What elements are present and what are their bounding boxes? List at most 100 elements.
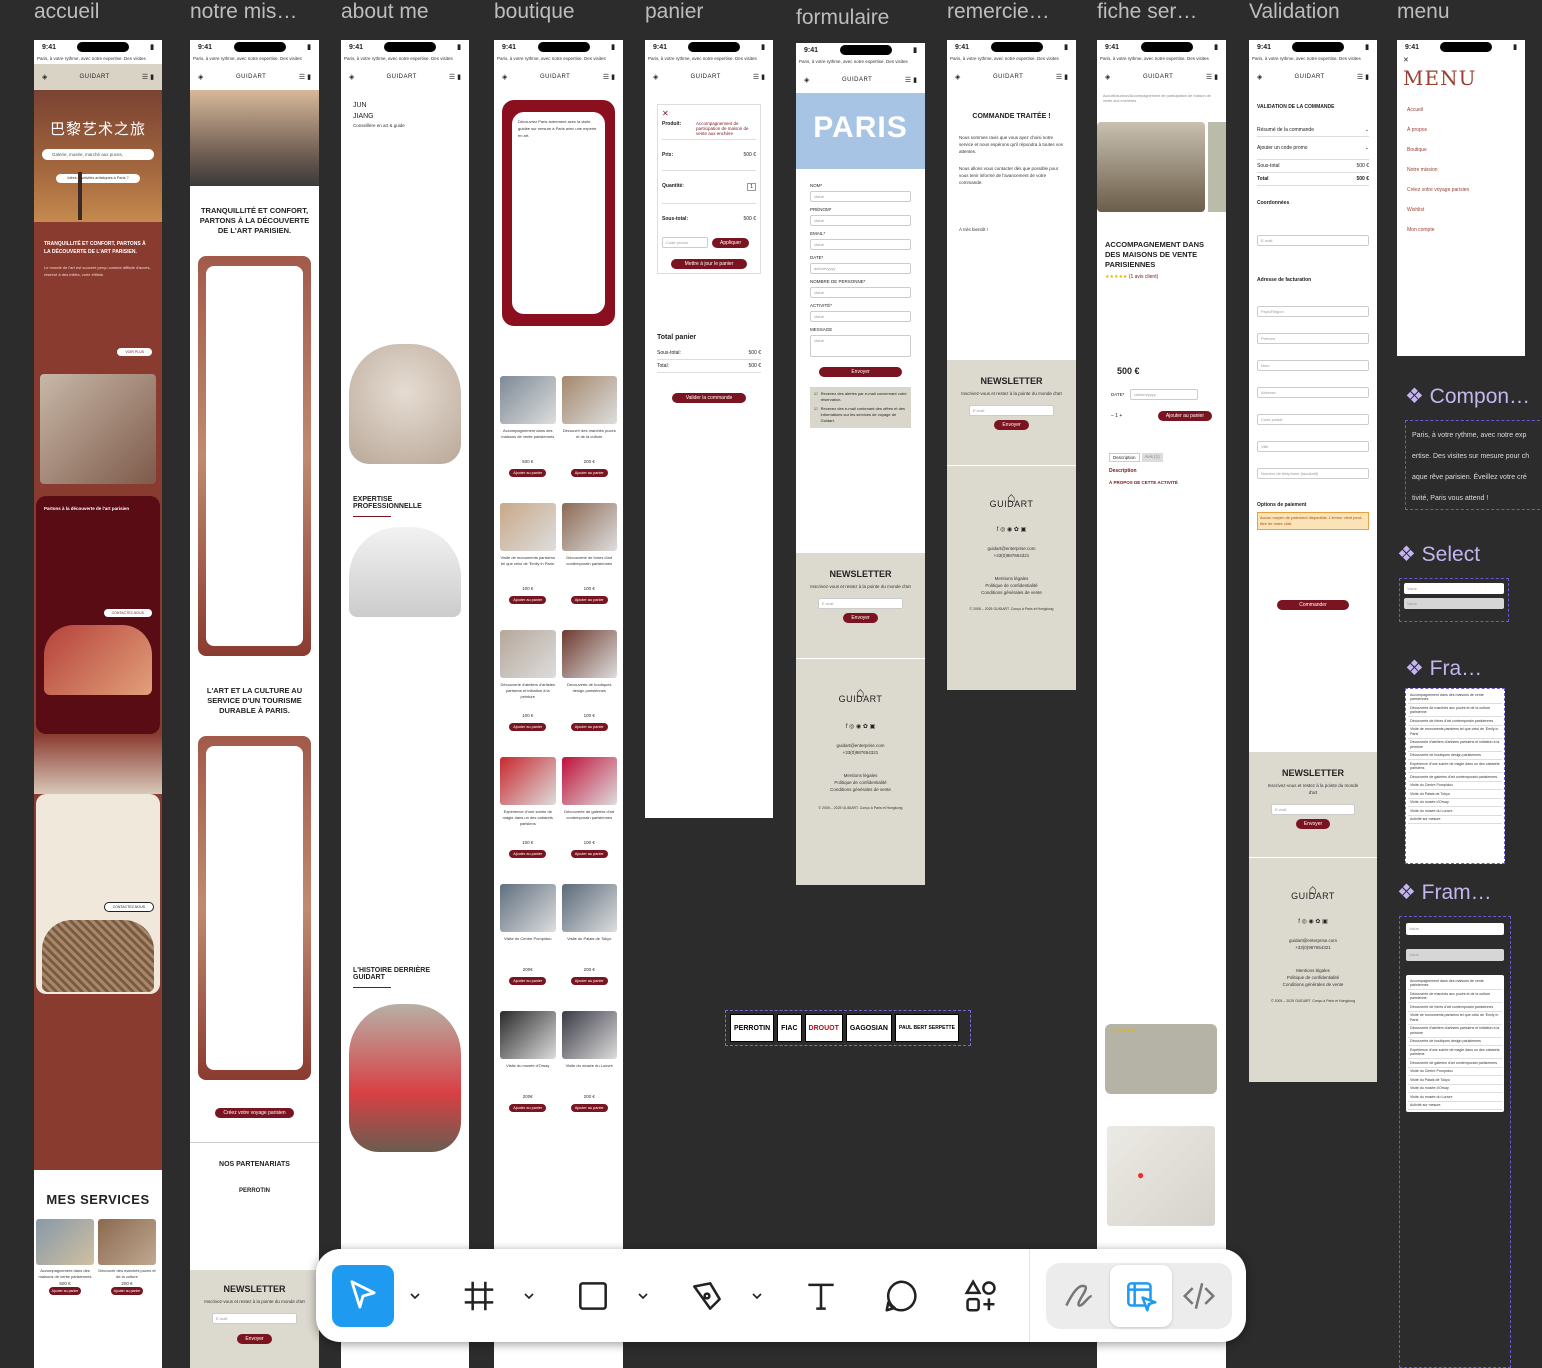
product-image[interactable]: [561, 884, 617, 932]
privacy-link[interactable]: Politique de confidentialité: [796, 779, 925, 786]
frame-panel-title-2[interactable]: ❖ Fram…: [1397, 880, 1492, 905]
frame-label-formulaire[interactable]: formulaire: [796, 6, 889, 30]
menu-item[interactable]: Créez votre voyage parisien: [1407, 180, 1515, 200]
activity-option[interactable]: Découverte d'ateliers d'artistes parisie…: [1408, 1025, 1502, 1038]
add-to-cart-button-1[interactable]: Ajouter au panier: [48, 1287, 82, 1295]
product-image[interactable]: [500, 884, 556, 932]
select-component[interactable]: Value Value: [1399, 578, 1509, 622]
activity-option[interactable]: Expérience d'une soirée de magie dans un…: [1408, 760, 1502, 773]
frame-label-validation[interactable]: Validation: [1249, 0, 1340, 24]
frame-about[interactable]: 9:41 ▮ Paris, à votre rythme, avec notre …: [341, 40, 469, 1368]
breadcrumb[interactable]: Accueil/auction/Accompagnement de partic…: [1097, 90, 1226, 108]
brand-logo[interactable]: GUIDART: [1143, 74, 1173, 81]
select-hover[interactable]: Value: [1404, 598, 1504, 609]
frame-label-mission[interactable]: notre mis…: [190, 0, 297, 24]
form-field-input[interactable]: Value: [810, 215, 911, 226]
form-field-input[interactable]: Value: [810, 191, 911, 202]
frame-label-accueil[interactable]: accueil: [34, 0, 99, 24]
contact-button[interactable]: CONTACTEZ-NOUS: [103, 609, 152, 617]
product-image[interactable]: [561, 376, 617, 424]
activity-option[interactable]: Découverte de galeries d'art contemporai…: [1408, 773, 1502, 782]
see-more-button[interactable]: VOIR PLUS: [117, 348, 152, 356]
social-icons[interactable]: f ◎ ◉ ✿ ▣: [947, 526, 1076, 533]
dropdown-closed[interactable]: Value: [1406, 923, 1504, 935]
frame-label-fiche[interactable]: fiche ser…: [1097, 0, 1197, 24]
brand-logo[interactable]: GUIDART: [386, 74, 416, 81]
product-card[interactable]: Découverte de boutiques design parisienn…: [561, 630, 617, 753]
frame-boutique[interactable]: 9:41 ▮ Paris, à votre rythme, avec notre …: [494, 40, 623, 1368]
activity-option[interactable]: Visite du musée d'Orsay: [1408, 799, 1502, 807]
product-card[interactable]: Expérience d'une soirée de magie dans un…: [500, 757, 556, 880]
marquee-component[interactable]: Paris, à votre rythme, avec notre exp ert…: [1405, 420, 1542, 510]
dropdown-open[interactable]: Accompagnement dans des maisons de vente…: [1406, 975, 1504, 1112]
activity-option[interactable]: Visite du Palais de Tokyo: [1408, 790, 1502, 799]
add-to-cart-button[interactable]: Ajouter au panier: [570, 469, 608, 477]
form-send-button[interactable]: Envoyer: [819, 367, 902, 377]
activity-option[interactable]: Visite du musée du Louvre: [1408, 807, 1502, 816]
paris-video-hero[interactable]: PARIS: [796, 93, 925, 169]
menu-cart-icons[interactable]: ☰ ▮: [1206, 73, 1218, 81]
apply-promo-button[interactable]: Appliquer: [712, 237, 750, 248]
add-to-cart-button[interactable]: Ajouter au panier: [509, 596, 547, 604]
activity-option[interactable]: Visite du Centre Pompidou: [1408, 1068, 1502, 1076]
activity-option[interactable]: Visite du musée d'Orsay: [1408, 1085, 1502, 1093]
frame-mission[interactable]: 9:41 ▮ Paris, à votre rythme, avec notre …: [190, 40, 319, 1368]
privacy-link[interactable]: Politique de confidentialité: [947, 582, 1076, 589]
frame-label-boutique[interactable]: boutique: [494, 0, 575, 24]
brand-logo[interactable]: GUIDART: [79, 74, 109, 81]
add-to-cart-button[interactable]: Ajouter au panier: [509, 1104, 547, 1112]
privacy-link[interactable]: Politique de confidentialité: [1249, 974, 1377, 981]
add-to-cart-button[interactable]: Ajouter au panier: [509, 723, 547, 731]
add-to-cart-button[interactable]: Ajouter au panier: [509, 850, 547, 858]
frame-label-panier[interactable]: panier: [645, 0, 703, 24]
postal-field[interactable]: Code postal: [1257, 414, 1369, 425]
tab-description[interactable]: Description: [1109, 453, 1140, 462]
activity-option[interactable]: Découverte de galeries d'art contemporai…: [1408, 1059, 1502, 1068]
select-default[interactable]: Value: [1404, 583, 1504, 594]
product-card[interactable]: Découverte d'ateliers d'artistes parisie…: [500, 630, 556, 753]
move-tool-button[interactable]: [332, 1265, 394, 1327]
design-mode-button[interactable]: [1110, 1265, 1172, 1327]
order-button[interactable]: Commander: [1277, 600, 1349, 610]
activity-option[interactable]: Découverte de foires d'art contemporain …: [1408, 1003, 1502, 1012]
activity-option[interactable]: Visite de monuments parisiens tel que ce…: [1408, 1012, 1502, 1025]
activity-option[interactable]: Découverte d'ateliers d'artistes parisie…: [1408, 739, 1502, 752]
product-thumb[interactable]: [1208, 122, 1226, 212]
product-image[interactable]: [500, 630, 556, 678]
pen-tool-chevron[interactable]: [746, 1265, 768, 1327]
product-card[interactable]: Découverte de foires d'art contemporain …: [561, 503, 617, 626]
menu-item[interactable]: Accueil: [1407, 100, 1515, 120]
activity-option[interactable]: Découverte de boutiques design parisienn…: [1408, 1038, 1502, 1046]
email-field[interactable]: E-mail: [1257, 235, 1369, 246]
menu-cart-icons[interactable]: ☰ ▮: [905, 76, 917, 84]
email-field[interactable]: E-mail: [818, 598, 903, 609]
footer-email[interactable]: guidart@enterprise.com: [947, 545, 1076, 552]
frame-label-about[interactable]: about me: [341, 0, 429, 24]
dev-mode-button[interactable]: [1168, 1265, 1230, 1327]
checkbox-1[interactable]: ☑: [814, 391, 818, 403]
activity-option[interactable]: Découverte de foires d'art contemporain …: [1408, 717, 1502, 726]
order-summary-toggle[interactable]: Résumé de la commande: [1257, 127, 1314, 133]
form-field-input[interactable]: Value: [810, 287, 911, 298]
checkbox-2[interactable]: ☑: [814, 406, 818, 424]
social-icons[interactable]: f ◎ ◉ ✿ ▣: [1249, 918, 1377, 925]
menu-cart-icons[interactable]: ☰ ▮: [1056, 73, 1068, 81]
add-to-cart-button[interactable]: Ajouter au panier: [570, 596, 608, 604]
product-image[interactable]: [561, 757, 617, 805]
legal-link[interactable]: Mentions légales: [947, 575, 1076, 582]
product-card[interactable]: Découvrir des marchés puces et de la cul…: [561, 376, 617, 499]
activity-option[interactable]: Découverte de marchés aux puces et de la…: [1408, 704, 1502, 717]
product-card[interactable]: Visite du Centre Pompidou 200€ Ajouter au …: [500, 884, 556, 1007]
product-value[interactable]: Accompagnement de participation de maiso…: [696, 121, 756, 136]
add-to-cart-button[interactable]: Ajouter au panier: [509, 977, 547, 985]
address-field[interactable]: Adresse: [1257, 387, 1369, 398]
text-tool-button[interactable]: [790, 1265, 852, 1327]
firstname-field[interactable]: Prénom: [1257, 333, 1369, 344]
country-select[interactable]: Pays/Région: [1257, 306, 1369, 317]
draw-mode-button[interactable]: [1048, 1265, 1110, 1327]
menu-item[interactable]: À propos: [1407, 120, 1515, 140]
activity-option[interactable]: Expérience d'une soirée de magie dans un…: [1408, 1046, 1502, 1059]
comment-tool-button[interactable]: [870, 1265, 932, 1327]
dropdown-hover[interactable]: Value: [1406, 949, 1504, 961]
add-to-cart-button[interactable]: Ajouter au panier: [570, 1104, 608, 1112]
